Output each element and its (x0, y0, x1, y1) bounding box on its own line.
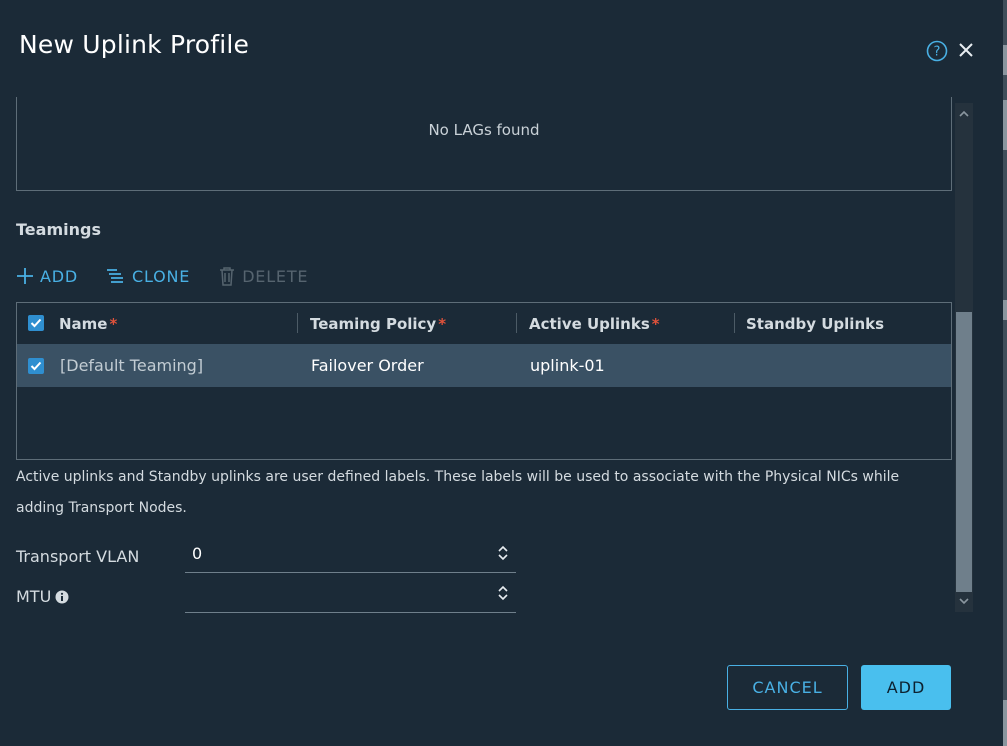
transport-vlan-input[interactable]: 0 (185, 534, 516, 573)
scroll-down-icon[interactable] (957, 595, 971, 607)
stepper-icon[interactable] (497, 584, 509, 602)
cancel-button[interactable]: CANCEL (727, 665, 848, 710)
help-icon[interactable]: ? (926, 40, 948, 62)
teamings-toolbar: ADD CLONE DELETE (16, 263, 336, 289)
teaming-name-cell: [Default Teaming] (60, 356, 204, 375)
column-header-name[interactable]: Name * (59, 315, 117, 333)
add-teaming-label: ADD (40, 266, 78, 286)
info-icon[interactable] (55, 590, 69, 604)
clone-teaming-label: CLONE (132, 266, 191, 286)
delete-teaming-label: DELETE (242, 266, 309, 286)
column-header-active-uplinks[interactable]: Active Uplinks * (529, 315, 660, 333)
clone-teaming-button[interactable]: CLONE (106, 267, 190, 286)
table-row[interactable]: [Default Teaming] Failover Order uplink-… (17, 344, 951, 387)
close-icon[interactable] (957, 40, 975, 60)
svg-text:?: ? (934, 45, 941, 60)
row-checkbox[interactable] (28, 358, 44, 374)
delete-teaming-button[interactable]: DELETE (218, 266, 308, 286)
teamings-section-title: Teamings (16, 220, 101, 239)
column-header-teaming-policy[interactable]: Teaming Policy * (310, 315, 446, 333)
grid-header: Name * Teaming Policy * Active Uplinks * St… (17, 303, 951, 344)
stepper-icon[interactable] (497, 544, 509, 562)
mtu-input[interactable] (185, 574, 516, 613)
plus-icon (17, 268, 33, 284)
dialog-title: New Uplink Profile (19, 30, 250, 59)
mtu-label: MTU (16, 587, 69, 606)
add-teaming-button[interactable]: ADD (16, 267, 78, 286)
teamings-grid: Name * Teaming Policy * Active Uplinks * St… (16, 302, 952, 460)
transport-vlan-label: Transport VLAN (16, 547, 140, 566)
select-all-checkbox[interactable] (28, 315, 44, 331)
new-uplink-profile-dialog: New Uplink Profile ? No LAGs found Teami… (0, 0, 1003, 746)
column-header-standby-uplinks[interactable]: Standby Uplinks (746, 315, 886, 333)
lags-grid: No LAGs found (16, 97, 952, 191)
teaming-policy-cell[interactable]: Failover Order (311, 356, 424, 375)
add-button[interactable]: ADD (861, 665, 951, 710)
trash-icon (220, 267, 235, 286)
active-uplinks-cell[interactable]: uplink-01 (530, 356, 605, 375)
scroll-up-icon[interactable] (957, 108, 971, 120)
transport-vlan-value: 0 (192, 544, 203, 563)
uplinks-hint-text: Active uplinks and Standby uplinks are u… (16, 469, 900, 516)
lags-empty-message: No LAGs found (428, 121, 540, 139)
scrollbar-thumb[interactable] (956, 312, 972, 592)
dialog-scrollbar[interactable] (955, 103, 973, 612)
clone-icon (107, 269, 123, 283)
window-edge-scrollbar (1003, 0, 1007, 746)
